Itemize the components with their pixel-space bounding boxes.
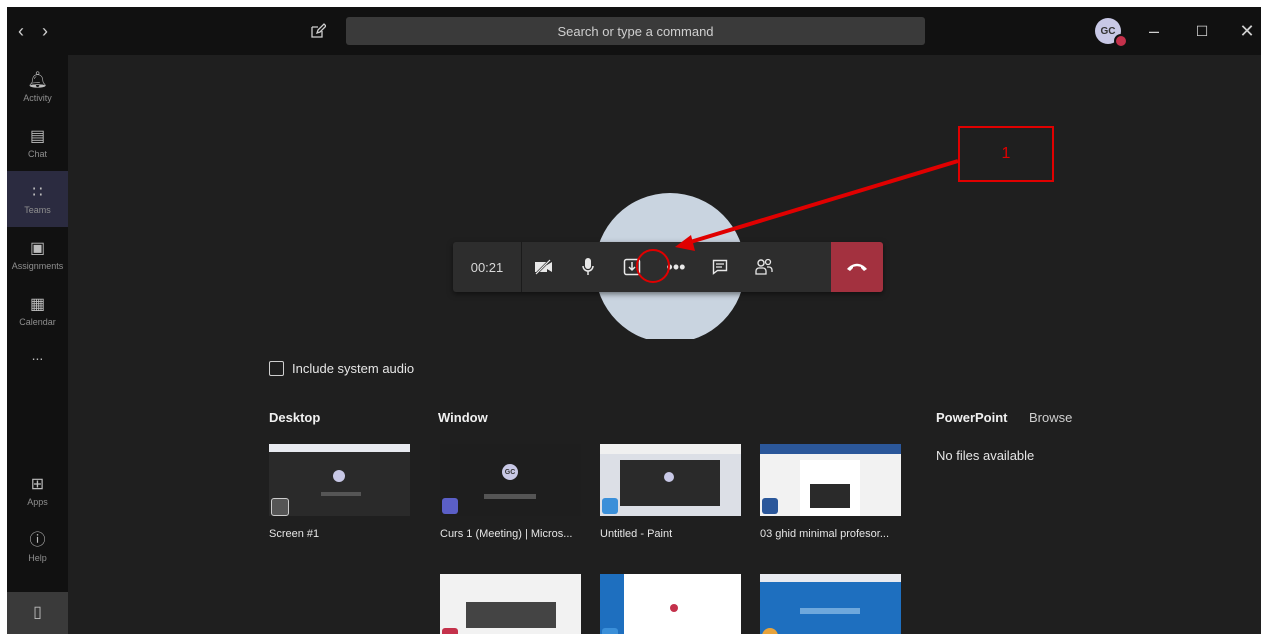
back-icon[interactable]: ‹ — [11, 7, 31, 55]
highlight-circle — [636, 249, 670, 283]
paint-app-icon — [602, 498, 618, 514]
bell-icon: 🔔︎ — [27, 71, 48, 89]
powerpoint-heading: PowerPoint — [936, 410, 1008, 425]
status-busy-icon — [1114, 34, 1128, 48]
hang-up-icon — [847, 263, 867, 271]
minimize-icon[interactable]: – — [1139, 7, 1169, 55]
rail-label: Teams — [24, 204, 51, 215]
window-heading: Window — [438, 410, 488, 425]
rail-label: Calendar — [19, 316, 56, 327]
rail-label: Chat — [27, 148, 47, 159]
apps-icon: ⊞ — [30, 475, 45, 493]
more-icon: ... — [31, 346, 44, 363]
include-system-audio-checkbox[interactable]: Include system audio — [269, 361, 414, 376]
device-button[interactable]: ▯ — [7, 592, 68, 634]
include-system-audio-label: Include system audio — [292, 361, 415, 376]
rail-item-calendar[interactable]: ▦ Calendar — [7, 283, 68, 339]
camera-off-icon — [535, 259, 552, 275]
avatar-initials: GC — [1100, 25, 1116, 37]
meeting-timer: 00:21 — [453, 242, 522, 292]
window-caption-teams: Curs 1 (Meeting) | Micros... — [440, 528, 573, 540]
rail-item-help[interactable]: ⓘ Help — [7, 519, 68, 575]
title-bar: ‹ › Search or type a command GC – ☐ ✕ — [7, 7, 1261, 55]
no-files-text: No files available — [936, 448, 1035, 463]
search-input[interactable]: Search or type a command — [346, 17, 925, 45]
teams-app-icon — [442, 498, 458, 514]
monitor-icon — [271, 498, 289, 516]
app-rail: 🔔︎ Activity ▤ Chat ∷ Teams ▣ Assignments… — [7, 55, 68, 634]
forward-icon[interactable]: › — [35, 7, 55, 55]
desktop-screen-thumbnail[interactable] — [269, 444, 410, 516]
rail-item-activity[interactable]: 🔔︎ Activity — [7, 59, 68, 115]
window-thumbnail-document[interactable] — [440, 574, 581, 634]
chat-button[interactable] — [698, 242, 742, 292]
camera-off-button[interactable] — [522, 242, 566, 292]
participants-button[interactable] — [742, 242, 786, 292]
rail-label: Assignments — [11, 260, 64, 271]
rail-label: Apps — [27, 496, 48, 507]
window-thumbnail-word[interactable] — [760, 444, 901, 516]
rail-label: Help — [28, 552, 47, 563]
participants-icon — [755, 258, 773, 275]
new-chat-icon[interactable] — [305, 7, 331, 55]
teams-window: ‹ › Search or type a command GC – ☐ ✕ 🔔︎… — [7, 7, 1261, 634]
rail-item-more[interactable]: ... — [7, 333, 68, 373]
chrome-app-icon — [762, 628, 778, 634]
phone-icon: ▯ — [33, 604, 42, 621]
teams-icon: ∷ — [32, 183, 43, 201]
window-thumbnail-teams[interactable]: GC — [440, 444, 581, 516]
rail-item-assignments[interactable]: ▣ Assignments — [7, 227, 68, 283]
thumb-avatar-initials: GC — [504, 468, 516, 476]
rail-item-chat[interactable]: ▤ Chat — [7, 115, 68, 171]
chat-icon: ▤ — [29, 127, 46, 145]
window-caption-paint: Untitled - Paint — [600, 528, 673, 540]
hang-up-button[interactable] — [831, 242, 883, 292]
checkbox-icon — [269, 361, 284, 376]
search-placeholder: Search or type a command — [557, 23, 714, 39]
calendar-icon: ▦ — [29, 295, 46, 313]
window-thumbnail-paint[interactable] — [600, 444, 741, 516]
word-app-icon — [762, 498, 778, 514]
rail-item-teams[interactable]: ∷ Teams — [7, 171, 68, 227]
desktop-heading: Desktop — [269, 410, 321, 425]
help-icon: ⓘ — [29, 531, 46, 549]
desktop-caption: Screen #1 — [269, 528, 320, 540]
rail-label: Activity — [23, 92, 52, 103]
window-caption-word: 03 ghid minimal profesor... — [760, 528, 890, 540]
edge-app-icon — [602, 628, 618, 634]
close-icon[interactable]: ✕ — [1233, 7, 1261, 55]
maximize-icon[interactable]: ☐ — [1187, 7, 1217, 55]
annotation-label: 1 — [1001, 145, 1011, 162]
microphone-button[interactable] — [566, 242, 610, 292]
assignments-icon: ▣ — [29, 239, 46, 257]
browse-link[interactable]: Browse — [1029, 410, 1072, 425]
annotation-box: 1 — [958, 126, 1054, 182]
pdf-app-icon — [442, 628, 458, 634]
window-thumbnail-chrome[interactable] — [760, 574, 901, 634]
window-thumbnail-browser[interactable] — [600, 574, 741, 634]
microphone-icon — [582, 258, 594, 275]
rail-item-apps[interactable]: ⊞ Apps — [7, 463, 68, 519]
chat-bubble-icon — [712, 259, 728, 275]
share-tray: Include system audio Desktop Window Powe… — [68, 339, 1261, 634]
